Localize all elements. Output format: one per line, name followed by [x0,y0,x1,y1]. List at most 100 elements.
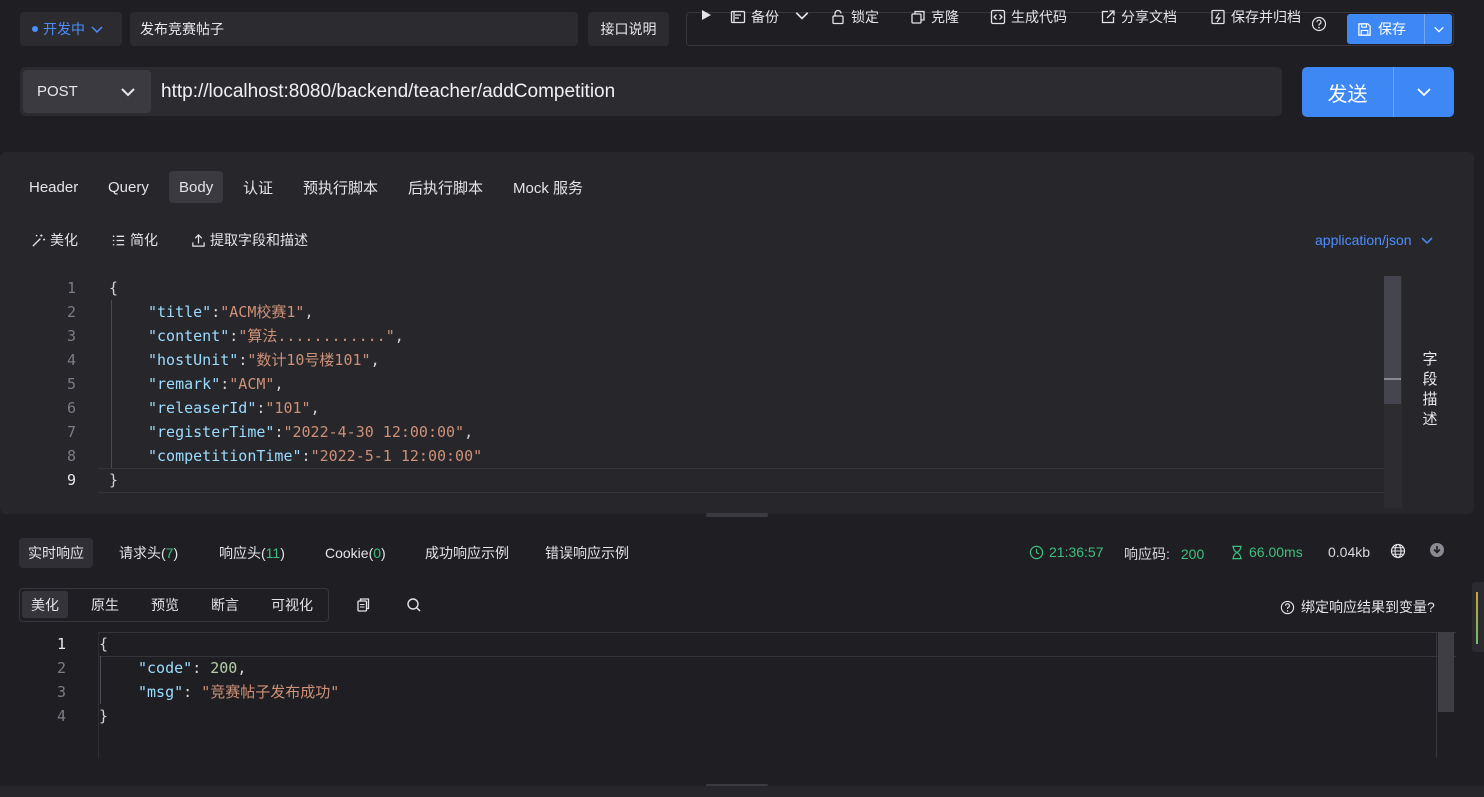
time-value: 21:36:57 [1049,544,1104,560]
url-input[interactable] [161,70,1271,113]
globe-button[interactable] [1390,543,1406,559]
api-doc-button[interactable]: 接口说明 [588,12,669,46]
backup-dropdown[interactable] [794,7,810,23]
lock-button[interactable]: 锁定 [830,7,879,27]
code-text: "code": 200, [138,656,246,680]
view-tab-beautify[interactable]: 美化 [22,591,68,618]
code-text: } [109,468,118,492]
request-body-editor[interactable]: 1{2 "title":"ACM校赛1", 3 "content":"算法......… [0,276,1402,508]
generate-code-button[interactable]: 生成代码 [990,7,1067,27]
tab-live-response[interactable]: 实时响应 [19,538,93,568]
json-comma: , [370,351,380,369]
code-text: "msg": "竞赛帖子发布成功" [138,680,339,704]
tab-post-script[interactable]: 后执行脚本 [398,171,493,203]
field-description-toggle[interactable]: 字段描述 [1418,350,1442,430]
side-meter-widget[interactable] [1472,582,1484,652]
json-comma: , [304,303,314,321]
json-key: "content" [148,327,230,345]
send-dropdown[interactable] [1394,83,1454,101]
bind-var-label: 绑定响应结果到变量? [1301,599,1435,615]
content-type-select[interactable]: application/json [1315,232,1434,248]
tab-label: 美化 [31,596,59,613]
response-time: 21:36:57 [1029,544,1104,560]
panel-resize-handle[interactable] [706,513,768,517]
json-key: "title" [148,303,212,321]
json-string: "竞赛帖子发布成功" [201,683,340,701]
json-key: "registerTime" [148,423,275,441]
list-icon [112,235,125,245]
response-body-viewer[interactable]: 1{2 "code": 200, 3 "msg": "竞赛帖子发布成功" 4} [0,632,1456,758]
save-main[interactable]: 保存 [1347,14,1424,44]
tab-mock[interactable]: Mock 服务 [503,171,593,203]
json-key: "hostUnit" [148,351,239,369]
tab-pre-script[interactable]: 预执行脚本 [293,171,388,203]
json-comma: , [237,659,247,677]
save-archive-button[interactable]: 保存并归档 [1210,7,1301,27]
line-number: 8 [66,447,76,465]
duration-value: 66.00ms [1249,544,1303,560]
tab-response-headers[interactable]: 响应头(11) [210,538,294,568]
beautify-button[interactable]: 美化 [31,230,78,250]
tab-request-headers[interactable]: 请求头(7) [110,538,187,568]
send-main[interactable]: 发送 [1302,67,1394,117]
code-text: } [99,704,108,728]
tab-query[interactable]: Query [98,171,159,203]
tab-auth[interactable]: 认证 [233,171,283,203]
save-dropdown[interactable] [1424,14,1452,44]
backup-button[interactable]: 备份 [730,7,779,27]
response-scrollbar-thumb[interactable] [1438,632,1454,712]
code-icon [990,9,1006,25]
share-doc-label: 分享文档 [1121,9,1177,25]
line-number: 3 [56,683,66,701]
api-name-input[interactable] [130,12,578,46]
code-line: 4} [0,704,1402,728]
field-description-char: 述 [1422,411,1438,428]
upload-icon [192,233,205,247]
json-brace: { [109,279,119,297]
json-string: "算法............" [238,327,395,345]
http-method-select[interactable]: POST [23,70,151,113]
backup-icon [730,10,746,24]
view-tab-visualize[interactable]: 可视化 [262,591,322,618]
tab-label: 成功响应示例 [425,545,509,561]
share-doc-button[interactable]: 分享文档 [1100,7,1177,27]
extract-fields-button[interactable]: 提取字段和描述 [191,230,308,250]
meter-bar [1476,592,1478,644]
copy-button[interactable] [355,597,371,613]
status-code: 响应码: 200 [1124,544,1204,564]
bind-response-variable[interactable]: 绑定响应结果到变量? [1280,597,1435,617]
json-colon: : [192,659,211,677]
view-tab-preview[interactable]: 预览 [142,591,188,618]
view-tab-assert[interactable]: 断言 [202,591,248,618]
tab-cookie[interactable]: Cookie(0) [316,538,395,568]
extract-fields-label: 提取字段和描述 [210,232,308,248]
code-line: 2 "code": 200, [0,656,1402,680]
env-label: 开发中 [43,21,85,37]
search-button[interactable] [406,597,422,613]
save-button[interactable]: 保存 [1347,14,1452,44]
editor-scrollbar-thumb[interactable] [1384,276,1401,404]
json-string: "2022-5-1 12:00:00" [310,447,483,465]
code-line: 9} [0,468,1402,492]
line-number: 2 [66,303,76,321]
field-description-label: 字段描述 [1418,350,1442,430]
run-button[interactable] [698,7,714,23]
tab-header[interactable]: Header [19,171,88,203]
tab-label: Header [29,178,79,196]
code-line: 7 "registerTime":"2022-4-30 12:00:00", [0,420,1402,444]
download-button[interactable] [1429,542,1445,558]
view-tab-raw[interactable]: 原生 [82,591,128,618]
chevron-down-icon [1417,88,1431,97]
globe-icon [1390,543,1406,559]
tab-label: Query [108,178,149,196]
tab-body[interactable]: Body [169,171,224,203]
send-button[interactable]: 发送 [1302,67,1454,117]
save-archive-label: 保存并归档 [1231,9,1301,25]
help-icon[interactable] [1311,16,1327,32]
json-colon: : [220,375,230,393]
simplify-button[interactable]: 简化 [111,230,158,250]
clone-button[interactable]: 克隆 [910,7,959,27]
tab-success-example[interactable]: 成功响应示例 [416,538,518,568]
tab-error-example[interactable]: 错误响应示例 [536,538,638,568]
environment-select[interactable]: 开发中 [20,12,122,46]
